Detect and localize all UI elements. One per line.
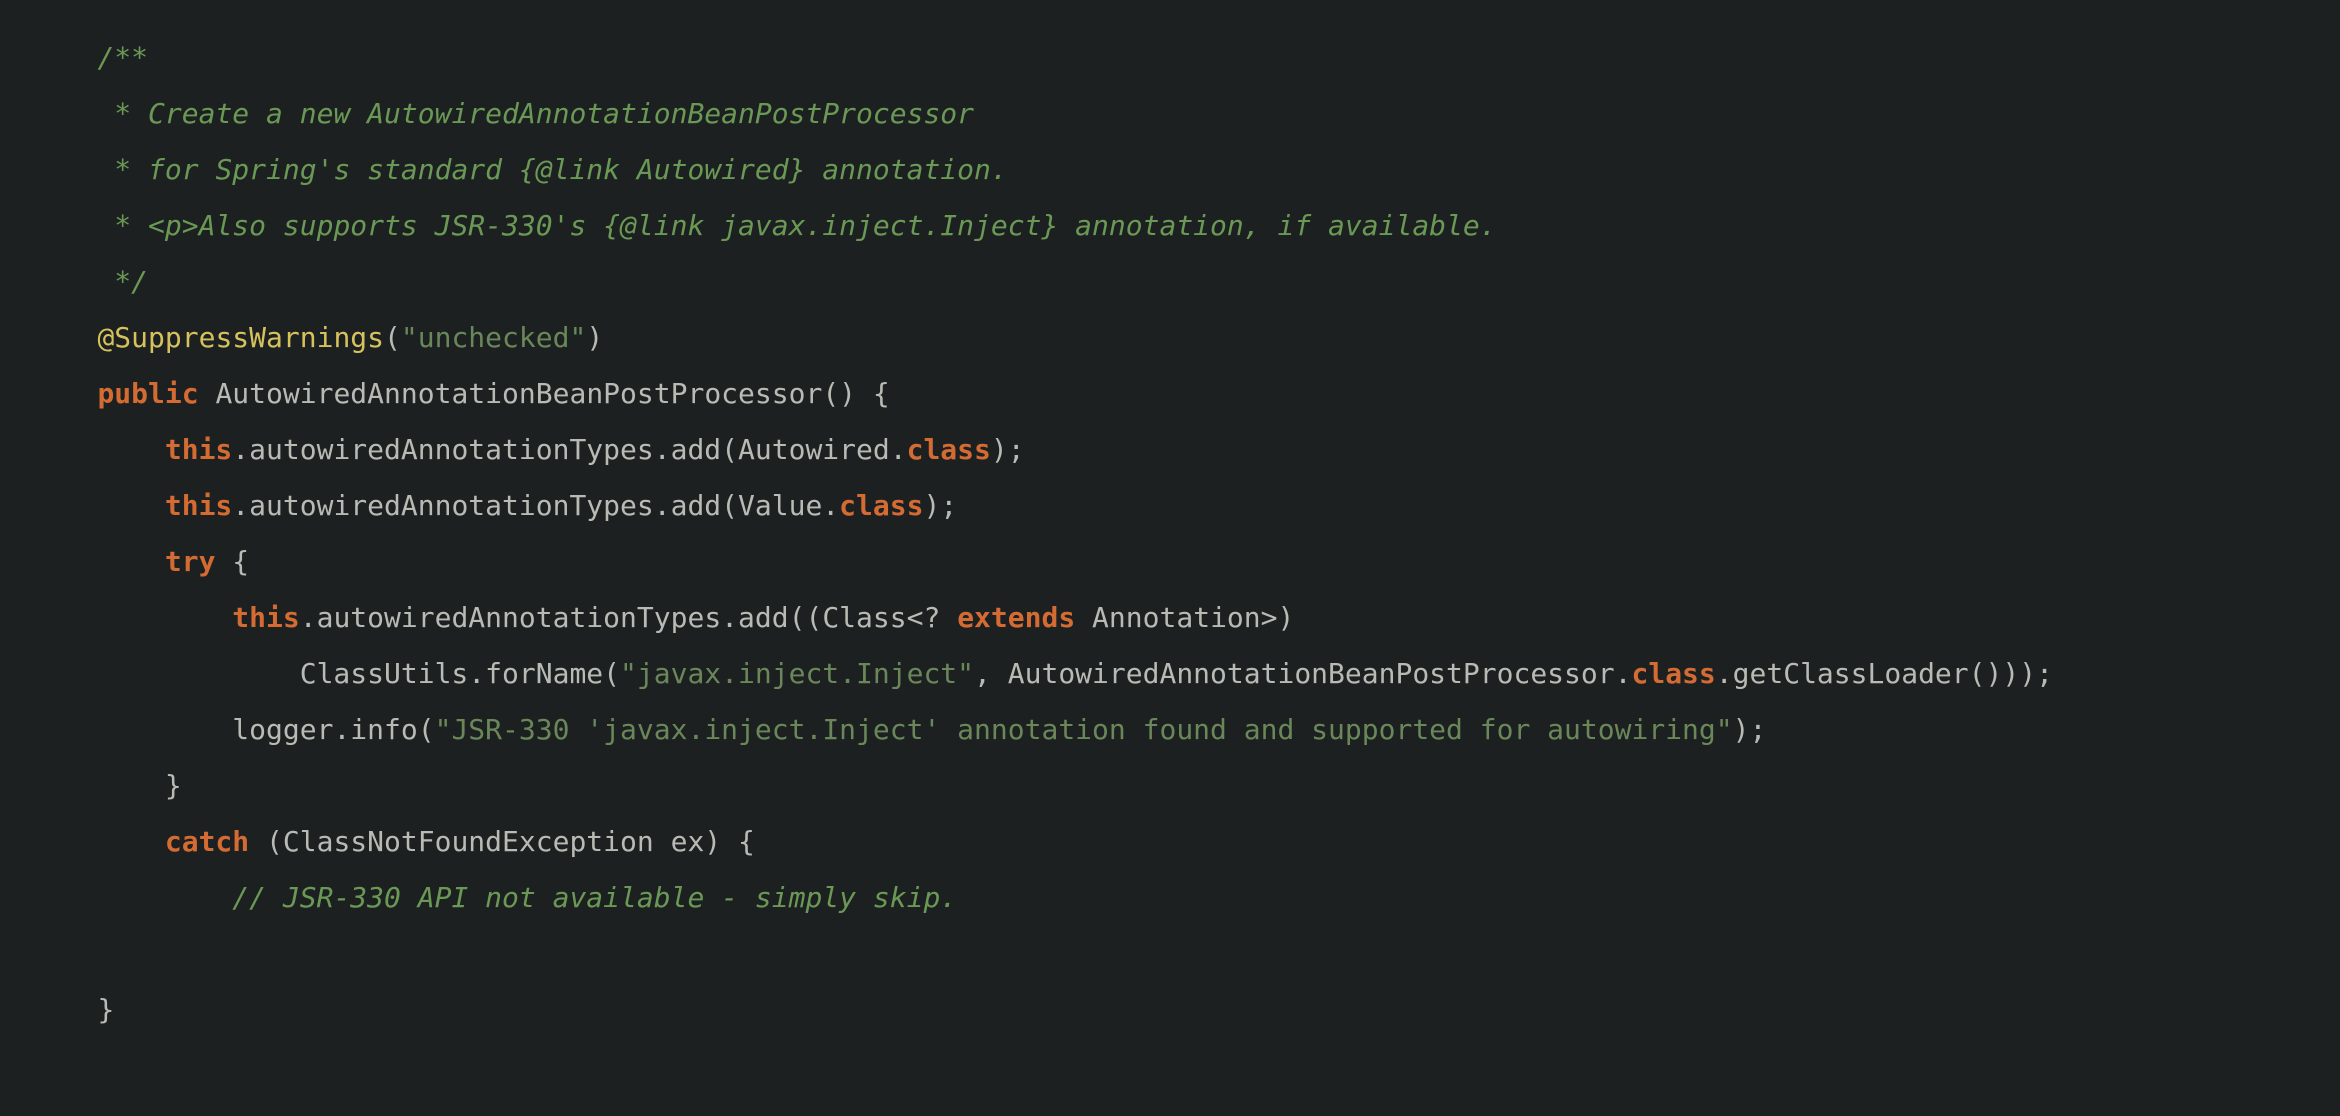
keyword-token: this [232,601,299,634]
identifier-token: .autowiredAnnotationTypes.add((Class<? [300,601,957,634]
punctuation-token: ( [384,321,401,354]
identifier-token: , AutowiredAnnotationBeanPostProcessor. [974,657,1631,690]
punctuation-token: ); [991,433,1025,466]
keyword-token: this [165,489,232,522]
identifier-token: AutowiredAnnotationBeanPostProcessor() { [199,377,890,410]
indent [30,209,97,242]
indent [30,377,97,410]
punctuation-token: } [97,993,114,1026]
keyword-token: catch [165,825,249,858]
punctuation-token: ); [923,489,957,522]
identifier-token: .autowiredAnnotationTypes.add(Value. [232,489,839,522]
identifier-token: ClassUtils.forName( [300,657,620,690]
keyword-token: this [165,433,232,466]
indent [30,713,232,746]
indent [30,993,97,1026]
annotation-token: @SuppressWarnings [97,321,384,354]
identifier-token: .autowiredAnnotationTypes.add(Autowired. [232,433,906,466]
javadoc-line: */ [97,265,148,298]
keyword-token: extends [957,601,1075,634]
string-token: "javax.inject.Inject" [620,657,974,690]
indent [30,545,165,578]
identifier-token: .getClassLoader())); [1716,657,2053,690]
keyword-token: try [165,545,216,578]
javadoc-line: * Create a new AutowiredAnnotationBeanPo… [97,97,974,130]
indent [30,489,165,522]
indent [30,881,232,914]
indent [30,265,97,298]
class-keyword-token: class [839,489,923,522]
indent [30,769,165,802]
code-editor[interactable]: /** * Create a new AutowiredAnnotationBe… [0,0,2340,1116]
class-keyword-token: class [907,433,991,466]
indent [30,321,97,354]
javadoc-line: /** [97,41,148,74]
string-token: "unchecked" [401,321,586,354]
punctuation-token: { [215,545,249,578]
punctuation-token: } [165,769,182,802]
identifier-token: logger.info( [232,713,434,746]
string-token: "JSR-330 'javax.inject.Inject' annotatio… [435,713,1733,746]
indent [30,433,165,466]
indent [30,657,300,690]
javadoc-line: * <p>Also supports JSR-330's {@link java… [97,209,1496,242]
javadoc-line: * for Spring's standard {@link Autowired… [97,153,1007,186]
indent [30,825,165,858]
indent [30,97,97,130]
indent [30,153,97,186]
indent [30,41,97,74]
keyword-token: public [97,377,198,410]
identifier-token: (ClassNotFoundException ex) { [249,825,755,858]
class-keyword-token: class [1631,657,1715,690]
indent [30,601,232,634]
comment-line: // JSR-330 API not available - simply sk… [232,881,957,914]
identifier-token: Annotation>) [1075,601,1294,634]
punctuation-token: ); [1733,713,1767,746]
punctuation-token: ) [586,321,603,354]
